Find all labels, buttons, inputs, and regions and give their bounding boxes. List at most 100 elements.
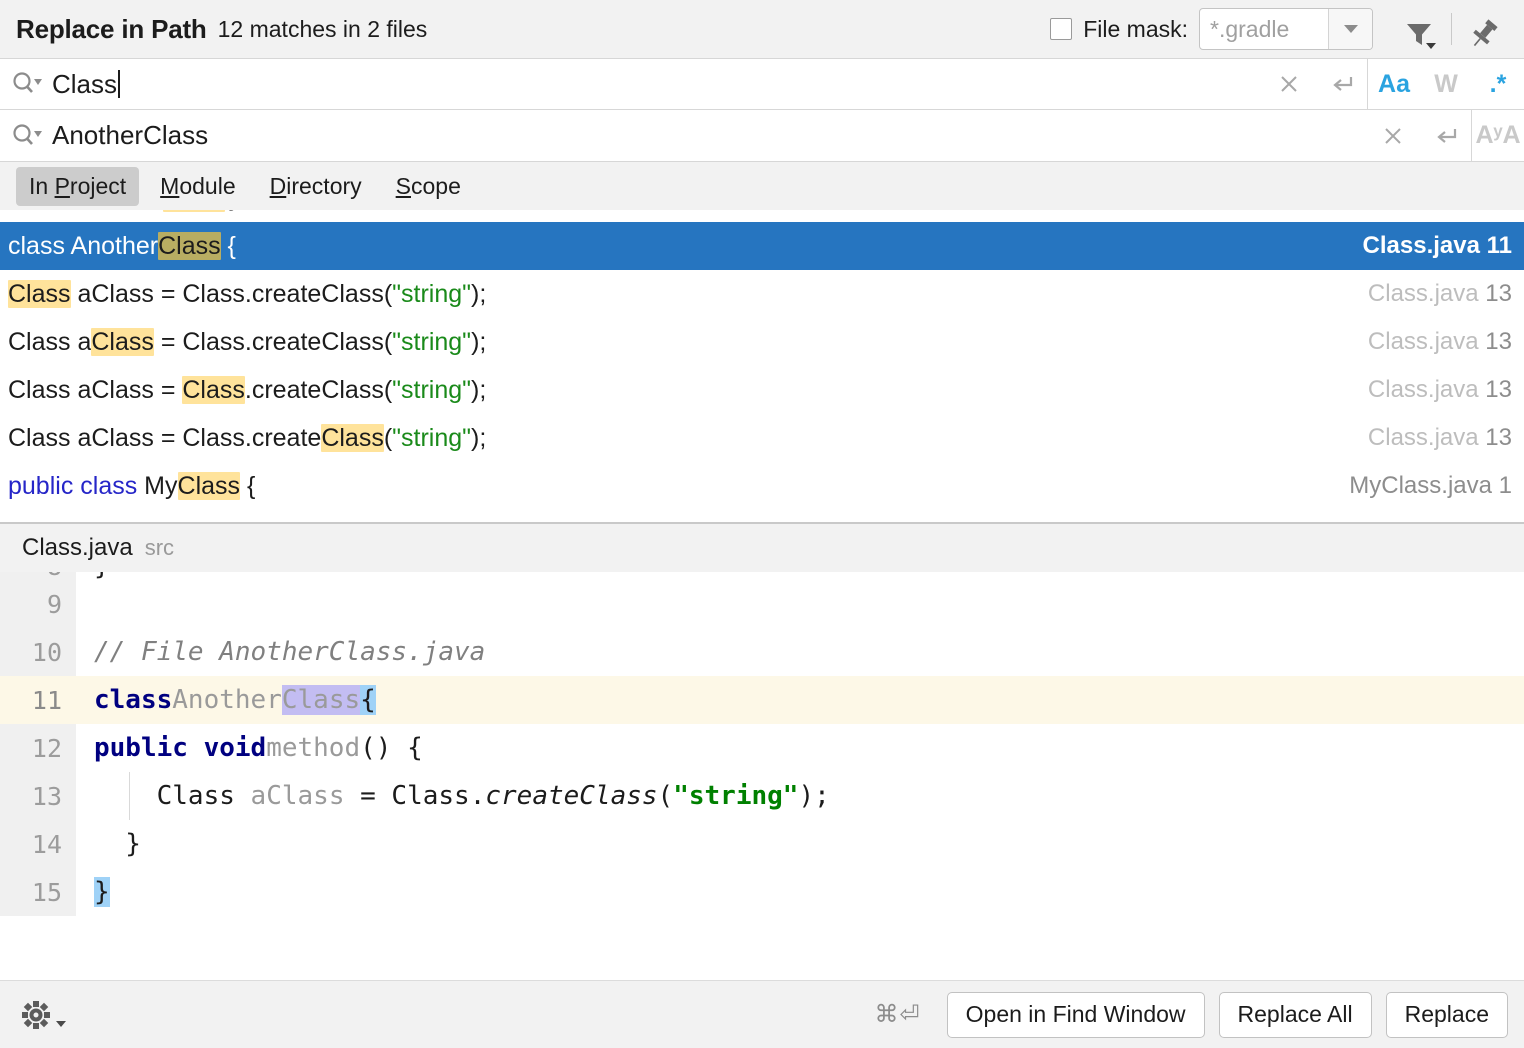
search-field-row: Class Aa W .*: [0, 58, 1524, 110]
replace-field-row: AnotherClass AʸA: [0, 110, 1524, 162]
match-count-label: 12 matches in 2 files: [218, 16, 428, 43]
shortcut-hint: ⌘⏎: [875, 1000, 921, 1029]
line-number: 12: [0, 724, 76, 772]
code-line: 13 Class aClass = Class.createClass("str…: [0, 772, 1524, 820]
preview-file-name: Class.java: [22, 534, 133, 562]
code-line: 15 }: [0, 868, 1524, 916]
regex-toggle[interactable]: .*: [1472, 58, 1524, 110]
search-input-value: Class: [52, 69, 117, 100]
footer-actions: ⌘⏎ Open in Find Window Replace All Repla…: [875, 992, 1508, 1038]
result-text: Class aClass = Class.createClass("string…: [8, 424, 1354, 453]
result-file-label: MyClass.java 1: [1335, 472, 1512, 500]
replace-input[interactable]: AnotherClass: [52, 120, 1367, 151]
result-text: Class aClass = Class.createClass("string…: [8, 328, 1354, 357]
search-input[interactable]: Class: [52, 69, 1263, 100]
result-file-label: Class.java 13: [1354, 280, 1512, 308]
result-text: // File AnotherClass.java: [8, 210, 1354, 213]
indent-guide: [129, 772, 130, 820]
line-number: 15: [0, 868, 76, 916]
scope-tabs: In Project Module Directory Scope: [0, 162, 1524, 210]
result-file-label: Class.java 10: [1354, 210, 1512, 212]
table-row[interactable]: // File AnotherClass.java Class.java 10: [0, 210, 1524, 222]
history-icon: [1327, 72, 1355, 96]
open-in-find-window-button[interactable]: Open in Find Window: [947, 992, 1205, 1038]
replace-field-actions: AʸA: [1367, 110, 1524, 162]
code-line-text: public void method() {: [76, 724, 1524, 772]
replace-clear-button[interactable]: [1367, 110, 1419, 162]
close-icon: [1277, 72, 1301, 96]
result-file-label: Class.java 13: [1354, 424, 1512, 452]
scope-tab-scope[interactable]: Scope: [383, 167, 474, 206]
code-line-text: }: [76, 820, 1524, 868]
code-line: 12 public void method() {: [0, 724, 1524, 772]
line-number: 9: [0, 580, 76, 628]
preview-source-root: src: [145, 535, 174, 561]
table-row[interactable]: class AnotherClass { Class.java 11: [0, 222, 1524, 270]
code-line-text: class AnotherClass {: [76, 676, 1524, 724]
search-field-actions: Aa W .*: [1263, 58, 1524, 110]
line-number: 11: [0, 676, 76, 724]
code-line-text: }: [76, 572, 1524, 580]
search-clear-button[interactable]: [1263, 58, 1315, 110]
replace-button[interactable]: Replace: [1386, 992, 1508, 1038]
result-text: Class aClass = Class.createClass("string…: [8, 376, 1354, 405]
line-number: 10: [0, 628, 76, 676]
scope-tab-in-project[interactable]: In Project: [16, 167, 139, 206]
file-mask-combo[interactable]: *.gradle: [1199, 8, 1373, 50]
scope-tab-module[interactable]: Module: [147, 167, 248, 206]
header-controls: File mask: *.gradle: [1050, 7, 1510, 51]
replace-all-button[interactable]: Replace All: [1219, 992, 1372, 1038]
table-row[interactable]: Class aClass = Class.createClass("string…: [0, 270, 1524, 318]
code-line: 11 class AnotherClass {: [0, 676, 1524, 724]
file-mask-dropdown-button[interactable]: [1328, 9, 1372, 49]
code-line-text: }: [76, 868, 1524, 916]
replace-icon-wrap[interactable]: [0, 122, 52, 150]
match-case-toggle[interactable]: Aa: [1368, 58, 1420, 110]
history-icon: [1431, 124, 1459, 148]
code-preview[interactable]: 8 } 9 10 // File AnotherClass.java 11 cl…: [0, 572, 1524, 980]
chevron-down-icon: [1344, 25, 1358, 33]
chevron-down-icon: [56, 1021, 66, 1027]
search-history-button[interactable]: [1315, 58, 1367, 110]
search-icon: [10, 70, 42, 98]
header-divider: [1451, 13, 1452, 45]
code-line: 14 }: [0, 820, 1524, 868]
table-row[interactable]: Class aClass = Class.createClass("string…: [0, 318, 1524, 366]
result-text: Class aClass = Class.createClass("string…: [8, 280, 1354, 309]
code-line: 8 }: [0, 572, 1524, 580]
filter-button[interactable]: [1393, 7, 1445, 51]
scope-tab-directory[interactable]: Directory: [257, 167, 375, 206]
preview-header: Class.java src: [0, 524, 1524, 572]
result-file-label: Class.java 11: [1349, 232, 1512, 260]
filter-icon: [1402, 17, 1436, 51]
result-text: class AnotherClass {: [8, 232, 1349, 261]
pin-button[interactable]: [1458, 7, 1510, 51]
search-icon: [10, 122, 42, 150]
line-number: 14: [0, 820, 76, 868]
file-mask-input[interactable]: *.gradle: [1200, 9, 1328, 49]
line-number: 8: [0, 572, 76, 580]
code-line-text: // File AnotherClass.java: [76, 628, 1524, 676]
search-icon-wrap[interactable]: [0, 70, 52, 98]
table-row[interactable]: Class aClass = Class.createClass("string…: [0, 414, 1524, 462]
table-row[interactable]: public class MyClass { MyClass.java 1: [0, 462, 1524, 510]
line-number: 13: [0, 772, 76, 820]
code-line: 9: [0, 580, 1524, 628]
page-title: Replace in Path: [16, 14, 207, 45]
settings-button[interactable]: [18, 997, 66, 1033]
words-toggle[interactable]: W: [1420, 58, 1472, 110]
code-line-text: Class aClass = Class.createClass("string…: [76, 772, 1524, 820]
code-line: 10 // File AnotherClass.java: [0, 628, 1524, 676]
replace-history-button[interactable]: [1419, 110, 1471, 162]
file-mask-checkbox[interactable]: [1050, 18, 1072, 40]
preview-panel: Class.java src 8 } 9 10 // File AnotherC…: [0, 522, 1524, 980]
pin-icon: [1467, 17, 1501, 51]
result-text: public class MyClass {: [8, 472, 1335, 501]
replace-in-path-dialog: Replace in Path 12 matches in 2 files Fi…: [0, 0, 1524, 1048]
replace-input-value: AnotherClass: [52, 120, 208, 151]
file-mask-label: File mask:: [1083, 16, 1188, 43]
code-line-text: [76, 580, 1524, 628]
table-row[interactable]: Class aClass = Class.createClass("string…: [0, 366, 1524, 414]
results-list[interactable]: // File AnotherClass.java Class.java 10 …: [0, 210, 1524, 522]
preserve-case-toggle[interactable]: AʸA: [1472, 110, 1524, 162]
